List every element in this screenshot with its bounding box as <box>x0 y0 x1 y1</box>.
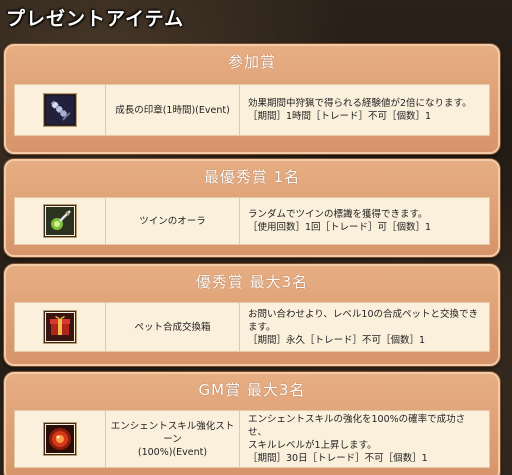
description-line: エンシェントスキルの強化を100%の確率で成功させ、 <box>248 414 466 438</box>
prize-section-excellence: 優秀賞 最大3名 ペット合成交換箱 お問い合わせより、レベル10の合成ペットと交… <box>4 264 500 366</box>
description-line: ［期間］1時間［トレード］不可［個数］1 <box>248 111 432 122</box>
item-name: 成長の印章(1時間)(Event) <box>106 85 240 135</box>
description-line: ［期間］30日［トレード］不可［個数］1 <box>248 453 428 464</box>
item-description: エンシェントスキルの強化を100%の確率で成功させ、 スキルレベルが1上昇します… <box>240 411 489 467</box>
item-description: ランダムでツインの標識を獲得できます。 ［使用回数］1回［トレード］可［個数］1 <box>240 198 489 244</box>
prize-row: ペット合成交換箱 お問い合わせより、レベル10の合成ペットと交換できます。 ［期… <box>14 302 490 352</box>
description-line: スキルレベルが1上昇します。 <box>248 440 377 451</box>
item-icon-cell <box>15 85 106 135</box>
prize-row: 成長の印章(1時間)(Event) 効果期間中狩猟で得られる経験値が2倍になりま… <box>14 84 490 136</box>
item-icon-cell <box>15 411 106 467</box>
section-header: 最優秀賞 1名 <box>203 168 301 186</box>
ancient-stone-icon[interactable] <box>44 423 76 455</box>
description-line: ランダムでツインの標識を獲得できます。 <box>248 209 428 220</box>
item-icon-cell <box>15 303 106 351</box>
twin-aura-icon[interactable] <box>44 205 76 237</box>
page-title: プレゼントアイテム <box>6 8 185 30</box>
description-line: 効果期間中狩猟で得られる経験値が2倍になります。 <box>248 98 472 109</box>
item-name: ペット合成交換箱 <box>106 303 240 351</box>
prize-section-participation: 参加賞 成長の印章(1時間)(Event) 効果期間中狩猟で得られる経験値が2倍… <box>4 44 500 154</box>
prize-row: エンシェントスキル強化ストーン (100%)(Event) エンシェントスキルの… <box>14 410 490 468</box>
item-name: ツインのオーラ <box>106 198 240 244</box>
sword-scroll-icon[interactable] <box>44 94 76 126</box>
prize-section-gm: GM賞 最大3名 エンシェントスキル強化ストーン (100%)(Event) エ… <box>4 372 500 475</box>
prize-section-grand: 最優秀賞 1名 ツインのオーラ ランダムでツインの標識を獲得できます。 ［使用回… <box>4 159 500 257</box>
description-line: お問い合わせより、レベル10の合成ペットと交換できます。 <box>248 308 479 333</box>
pet-box-icon[interactable] <box>44 311 76 343</box>
prize-row: ツインのオーラ ランダムでツインの標識を獲得できます。 ［使用回数］1回［トレー… <box>14 197 490 245</box>
item-name: エンシェントスキル強化ストーン (100%)(Event) <box>106 411 240 467</box>
item-description: 効果期間中狩猟で得られる経験値が2倍になります。 ［期間］1時間［トレード］不可… <box>240 85 489 135</box>
description-line: ［期間］永久［トレード］不可［個数］1 <box>248 334 426 346</box>
item-icon-cell <box>15 198 106 244</box>
section-header: GM賞 最大3名 <box>198 381 306 399</box>
description-line: ［使用回数］1回［トレード］可［個数］1 <box>248 222 432 233</box>
section-header: 参加賞 <box>227 53 276 71</box>
section-header: 優秀賞 最大3名 <box>195 273 309 291</box>
item-description: お問い合わせより、レベル10の合成ペットと交換できます。 ［期間］永久［トレード… <box>240 303 489 351</box>
